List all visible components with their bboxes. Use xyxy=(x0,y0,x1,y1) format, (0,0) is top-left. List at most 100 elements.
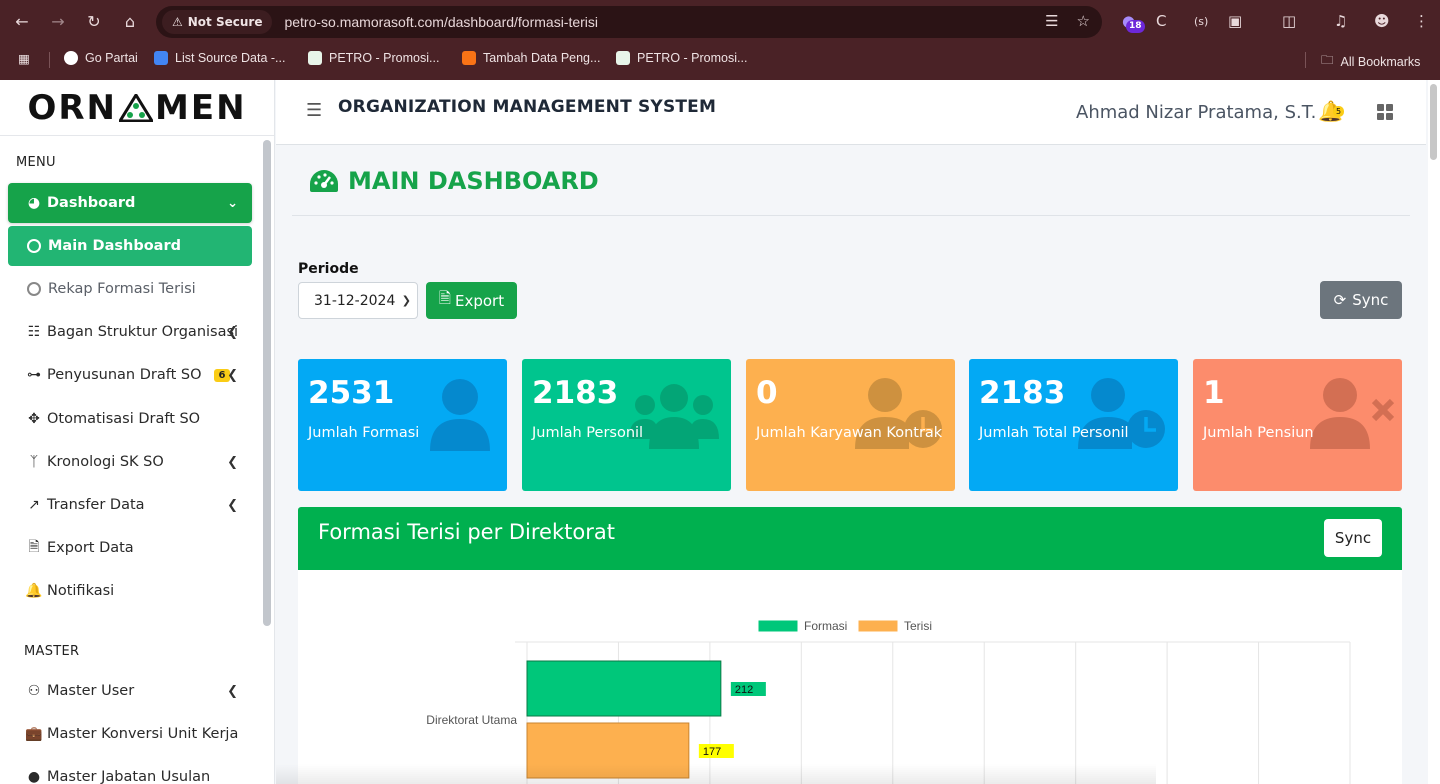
chevron-left-icon: ❮ xyxy=(227,683,238,699)
bookmark-list-source[interactable]: List Source Data -... xyxy=(154,51,285,65)
puzzle-icon[interactable]: ▣ xyxy=(1228,12,1242,30)
bottom-shadow xyxy=(276,764,1156,784)
divider xyxy=(292,215,1410,216)
sidebar-panel-icon[interactable]: ◫ xyxy=(1282,12,1296,30)
folder-icon: 🗀 xyxy=(1321,53,1334,67)
browser-toolbar: ← → ↻ ⌂ ⚠ Not Secure petro-so.mamorasoft… xyxy=(0,0,1440,44)
sidebar-item-transfer-data[interactable]: ↗ Transfer Data ❮ xyxy=(8,485,252,525)
logo[interactable]: ORN MEN xyxy=(0,80,274,136)
translate-icon[interactable]: ☰ xyxy=(1045,12,1058,30)
window-scrollbar-thumb[interactable] xyxy=(1430,84,1437,160)
hamburger-icon[interactable]: ☰ xyxy=(306,100,322,121)
petro-favicon-icon xyxy=(616,51,630,65)
extension-badge: 18 xyxy=(1126,20,1145,33)
back-icon[interactable]: ← xyxy=(12,12,32,32)
user-name[interactable]: Ahmad Nizar Pratama, S.T. xyxy=(1076,102,1316,123)
stat-card-total-personil[interactable]: 2183 Jumlah Total Personil xyxy=(969,359,1178,491)
menu-kebab-icon[interactable]: ⋮ xyxy=(1414,12,1429,30)
sitemap-icon: ☷ xyxy=(27,324,41,340)
address-bar[interactable]: ⚠ Not Secure petro-so.mamorasoft.com/das… xyxy=(156,6,1102,38)
sidebar-item-notifikasi[interactable]: 🔔 Notifikasi xyxy=(8,571,252,611)
bookmark-petro-2[interactable]: PETRO - Promosi... xyxy=(616,51,747,65)
speedometer-icon xyxy=(310,170,338,192)
bookmark-go-partai[interactable]: Go Partai xyxy=(64,51,138,65)
bookmark-tambah-data[interactable]: Tambah Data Peng... xyxy=(462,51,600,65)
bell-icon: 🔔 xyxy=(25,583,43,599)
move-arrows-icon: ✥ xyxy=(28,411,40,427)
sync-button[interactable]: ⟳ Sync xyxy=(1320,281,1402,319)
sidebar-item-main-dashboard[interactable]: Main Dashboard xyxy=(8,226,252,266)
page-title: MAIN DASHBOARD xyxy=(308,167,599,195)
file-export-icon: 🗎 xyxy=(28,539,40,555)
sidebar-item-bagan-struktur[interactable]: ☷ Bagan Struktur Organisasi ❮ xyxy=(8,312,252,352)
briefcase-icon: 💼 xyxy=(25,726,43,742)
bookmark-petro-1[interactable]: PETRO - Promosi... xyxy=(308,51,439,65)
stat-card-personil[interactable]: 2183 Jumlah Personil xyxy=(522,359,731,491)
data-label: 212 xyxy=(735,684,753,696)
apps-grid-icon[interactable]: ▦ xyxy=(18,51,30,66)
sync-icon: ⟳ xyxy=(1333,291,1347,309)
user-times-icon xyxy=(1310,378,1394,449)
security-indicator[interactable]: ⚠ Not Secure xyxy=(162,10,273,34)
sidebar-scrollbar[interactable] xyxy=(263,140,271,626)
legend-label: Terisi xyxy=(904,619,932,633)
profile-icon[interactable]: ☻ xyxy=(1374,12,1390,30)
sidebar-item-kronologi[interactable]: ᛉ Kronologi SK SO ❮ xyxy=(8,442,252,482)
share-square-icon: ↗ xyxy=(28,497,40,513)
bar xyxy=(526,660,722,717)
sidebar-item-rekap-formasi[interactable]: Rekap Formasi Terisi xyxy=(8,269,252,309)
legend-label: Formasi xyxy=(804,619,847,633)
periode-select[interactable]: 31-12-2024 ❯ xyxy=(298,282,418,319)
xampp-favicon-icon xyxy=(462,51,476,65)
home-icon[interactable]: ⌂ xyxy=(120,12,140,32)
media-icon[interactable]: ♫ xyxy=(1334,12,1347,30)
export-button[interactable]: 🗎 Export xyxy=(426,282,517,319)
sidebar-item-otomatisasi[interactable]: ✥ Otomatisasi Draft SO xyxy=(8,399,252,439)
logo-mark-icon xyxy=(119,93,154,122)
panel-sync-button[interactable]: Sync xyxy=(1324,519,1382,557)
chevron-down-icon: ⌄ xyxy=(227,195,238,211)
url-text[interactable]: petro-so.mamorasoft.com/dashboard/formas… xyxy=(284,14,598,30)
sidebar-item-dashboard[interactable]: ◕ Dashboard ⌄ xyxy=(8,183,252,223)
reload-icon[interactable]: ↻ xyxy=(84,12,104,32)
circle-icon xyxy=(27,239,41,253)
doc-favicon-icon xyxy=(154,51,168,65)
bookmark-star-icon[interactable]: ☆ xyxy=(1077,12,1090,30)
stat-card-pensiun[interactable]: 1 Jumlah Pensiun xyxy=(1193,359,1402,491)
bookmarks-bar: ▦ Go Partai List Source Data -... PETRO … xyxy=(0,44,1440,74)
system-title: ORGANIZATION MANAGEMENT SYSTEM xyxy=(338,97,717,117)
apps-grid-icon[interactable] xyxy=(1377,104,1393,120)
sidebar-item-master-jabatan[interactable]: ● Master Jabatan Usulan xyxy=(8,757,252,784)
users-icon: ⚇ xyxy=(27,683,41,699)
map-marker-icon: ● xyxy=(27,769,41,784)
legend-swatch xyxy=(857,619,899,633)
stat-card-formasi[interactable]: 2531 Jumlah Formasi xyxy=(298,359,507,491)
diagram-icon: ⊶ xyxy=(27,367,41,383)
chevron-left-icon: ❮ xyxy=(227,367,238,383)
stat-card-kontrak[interactable]: 0 Jumlah Karyawan Kontrak xyxy=(746,359,955,491)
main-content: MAIN DASHBOARD Periode 31-12-2024 ❯ 🗎 Ex… xyxy=(276,145,1426,784)
circle-icon xyxy=(27,282,41,296)
data-label: 177 xyxy=(703,746,721,758)
speedometer-icon: ◕ xyxy=(27,195,41,211)
top-navbar: ☰ ORGANIZATION MANAGEMENT SYSTEM Ahmad N… xyxy=(276,80,1426,145)
warning-icon: ⚠ xyxy=(172,15,183,29)
master-section-label: MASTER xyxy=(24,644,80,659)
file-export-icon: 🗎 xyxy=(438,289,451,307)
sidebar: ORN MEN MENU ◕ Dashboard ⌄ Main Dashboar… xyxy=(0,80,275,784)
sidebar-item-export-data[interactable]: 🗎 Export Data xyxy=(8,528,252,568)
panel-title: Formasi Terisi per Direktorat xyxy=(318,520,615,544)
panel-header: Formasi Terisi per Direktorat Sync xyxy=(298,507,1402,570)
extension-s-icon[interactable]: (s) xyxy=(1194,15,1208,28)
extension-c-icon[interactable]: C xyxy=(1156,12,1166,30)
window-scrollbar[interactable] xyxy=(1428,80,1440,784)
sidebar-item-master-konversi[interactable]: 💼 Master Konversi Unit Kerja xyxy=(8,714,252,754)
formasi-chart-panel: Formasi Terisi per Direktorat Sync Forma… xyxy=(298,507,1402,784)
forward-icon[interactable]: → xyxy=(48,12,68,32)
periode-label: Periode xyxy=(298,261,359,277)
user-icon xyxy=(430,379,490,451)
sidebar-item-master-user[interactable]: ⚇ Master User ❮ xyxy=(8,671,252,711)
all-bookmarks[interactable]: 🗀 All Bookmarks xyxy=(1321,51,1420,72)
sidebar-item-penyusunan-draft[interactable]: ⊶ Penyusunan Draft SO 6 ❮ xyxy=(8,355,252,395)
legend-swatch xyxy=(757,619,799,633)
